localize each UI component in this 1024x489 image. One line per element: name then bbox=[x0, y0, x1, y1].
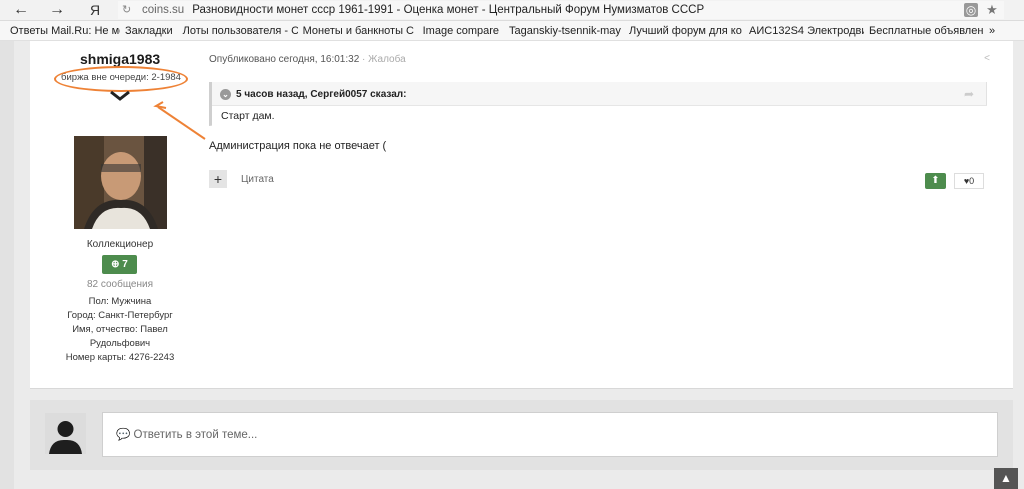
reply-input[interactable]: 💬 Ответить в этой теме... bbox=[102, 412, 998, 457]
back-icon[interactable]: ← bbox=[8, 1, 34, 19]
bookmarks-bar: Ответы Mail.Ru: Не моЗакладки Лоты пользо… bbox=[0, 21, 1024, 41]
bookmark-item[interactable]: АИС132S4 Электродви bbox=[744, 21, 864, 40]
bookmark-item[interactable]: Ответы Mail.Ru: Не мо bbox=[0, 21, 120, 40]
bookmark-item[interactable]: Лучший форум для ко bbox=[624, 21, 744, 40]
reply-area: 💬 Ответить в этой теме... bbox=[30, 400, 1013, 470]
browser-toolbar: ← → Я ↻ coins.su Разновидности монет ссср… bbox=[0, 0, 1024, 21]
scroll-to-top-button[interactable]: ▲ bbox=[994, 468, 1018, 489]
bookmark-item[interactable]: Taganskiy-tsennik-may bbox=[504, 21, 624, 40]
reply-placeholder: Ответить в этой теме... bbox=[133, 429, 258, 441]
bookmark-item[interactable]: Закладки bbox=[120, 21, 178, 40]
address-bar[interactable]: ↻ coins.su Разновидности монет ссср 1961-… bbox=[118, 1, 1004, 19]
addon-icon[interactable]: ◎ bbox=[964, 3, 978, 17]
reply-user-avatar bbox=[45, 413, 86, 454]
bookmark-star-icon[interactable]: ★ bbox=[985, 3, 999, 17]
url-domain: coins.su bbox=[142, 4, 185, 16]
bookmark-item[interactable]: Лоты пользователя - С bbox=[178, 21, 298, 40]
bookmark-item[interactable]: Image compare bbox=[418, 21, 504, 40]
forward-icon[interactable]: → bbox=[44, 1, 70, 19]
bookmarks-more-icon[interactable]: » bbox=[984, 21, 1000, 40]
forum-page: shmiga1983 биржа вне очереди: 2-1984 Кол… bbox=[0, 41, 1024, 489]
bookmark-item[interactable]: Монеты и банкноты С bbox=[298, 21, 418, 40]
default-user-icon bbox=[45, 413, 86, 454]
page-title: Разновидности монет ссср 1961-1991 - Оце… bbox=[192, 4, 705, 16]
comment-icon: 💬 bbox=[116, 429, 134, 441]
bookmark-item[interactable]: Бесплатные объявлен bbox=[864, 21, 984, 40]
yandex-logo-icon[interactable]: Я bbox=[82, 1, 108, 19]
reload-icon[interactable]: ↻ bbox=[122, 1, 131, 19]
